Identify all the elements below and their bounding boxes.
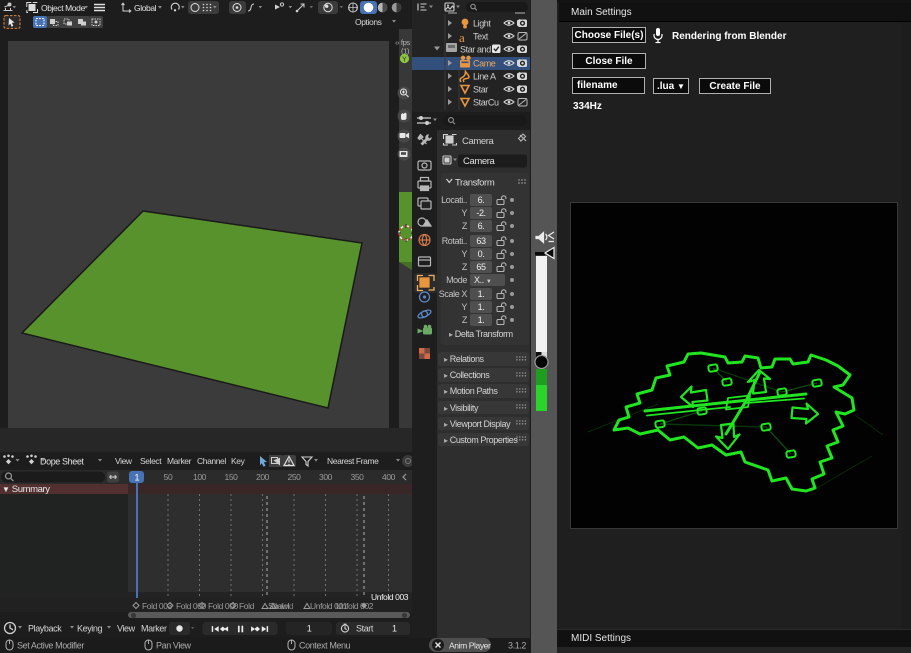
svg-text:Fold: Fold <box>239 601 255 611</box>
svg-text:StarCu: StarCu <box>473 98 499 108</box>
svg-text:a: a <box>459 30 465 45</box>
svg-text:1: 1 <box>392 624 397 634</box>
svg-text:Marker: Marker <box>167 456 192 466</box>
svg-text:150: 150 <box>225 472 239 482</box>
svg-text:Fold 000: Fold 000 <box>208 601 239 611</box>
svg-text:Nearest Frame: Nearest Frame <box>327 456 379 466</box>
svg-text:Channel: Channel <box>197 456 226 466</box>
svg-text:350: 350 <box>351 472 365 482</box>
svg-text:Text: Text <box>473 32 489 42</box>
svg-text:Context Menu: Context Menu <box>299 641 351 651</box>
svg-text:Object Mode: Object Mode <box>41 3 85 13</box>
svg-text:Options: Options <box>355 17 382 27</box>
svg-text:Playback: Playback <box>28 624 62 634</box>
svg-text:3.1.2: 3.1.2 <box>508 641 526 651</box>
svg-text:400: 400 <box>382 472 396 482</box>
svg-text:1: 1 <box>135 473 140 483</box>
svg-text:Marker: Marker <box>141 624 167 634</box>
svg-text:Transform: Transform <box>455 178 495 189</box>
svg-text:Dope Sheet: Dope Sheet <box>40 457 84 467</box>
svg-text:Camera: Camera <box>462 136 495 147</box>
svg-text:Star: Star <box>473 85 488 95</box>
svg-text:Light: Light <box>473 19 491 29</box>
svg-text:100: 100 <box>193 472 207 482</box>
svg-text:Y: Y <box>402 57 407 64</box>
svg-text:Unfold 003: Unfold 003 <box>371 592 409 602</box>
svg-text:View: View <box>115 456 133 466</box>
svg-text:Select: Select <box>140 456 162 466</box>
svg-text:Keying: Keying <box>77 624 103 634</box>
svg-text:Unfold: Unfold <box>271 601 294 611</box>
svg-text:Pan View: Pan View <box>156 641 192 651</box>
svg-text:Fold 000: Fold 000 <box>176 601 207 611</box>
svg-text:View: View <box>117 624 136 634</box>
svg-text:Set Active Modifier: Set Active Modifier <box>17 641 84 651</box>
svg-text:Fold 003: Fold 003 <box>142 601 173 611</box>
svg-text:Anim Player: Anim Player <box>449 641 491 651</box>
svg-text:Camera: Camera <box>463 156 496 167</box>
svg-text:50: 50 <box>164 472 173 482</box>
svg-text:1: 1 <box>307 624 312 634</box>
svg-text:300: 300 <box>319 472 333 482</box>
svg-text:200: 200 <box>256 472 270 482</box>
svg-text:Unfold 002: Unfold 002 <box>336 601 374 611</box>
svg-text:Came: Came <box>473 59 496 69</box>
svg-text:Line A: Line A <box>473 72 496 82</box>
svg-text:Start: Start <box>356 624 374 634</box>
svg-text:250: 250 <box>288 472 302 482</box>
svg-text:Global: Global <box>134 3 157 13</box>
svg-text:Key: Key <box>231 456 246 466</box>
